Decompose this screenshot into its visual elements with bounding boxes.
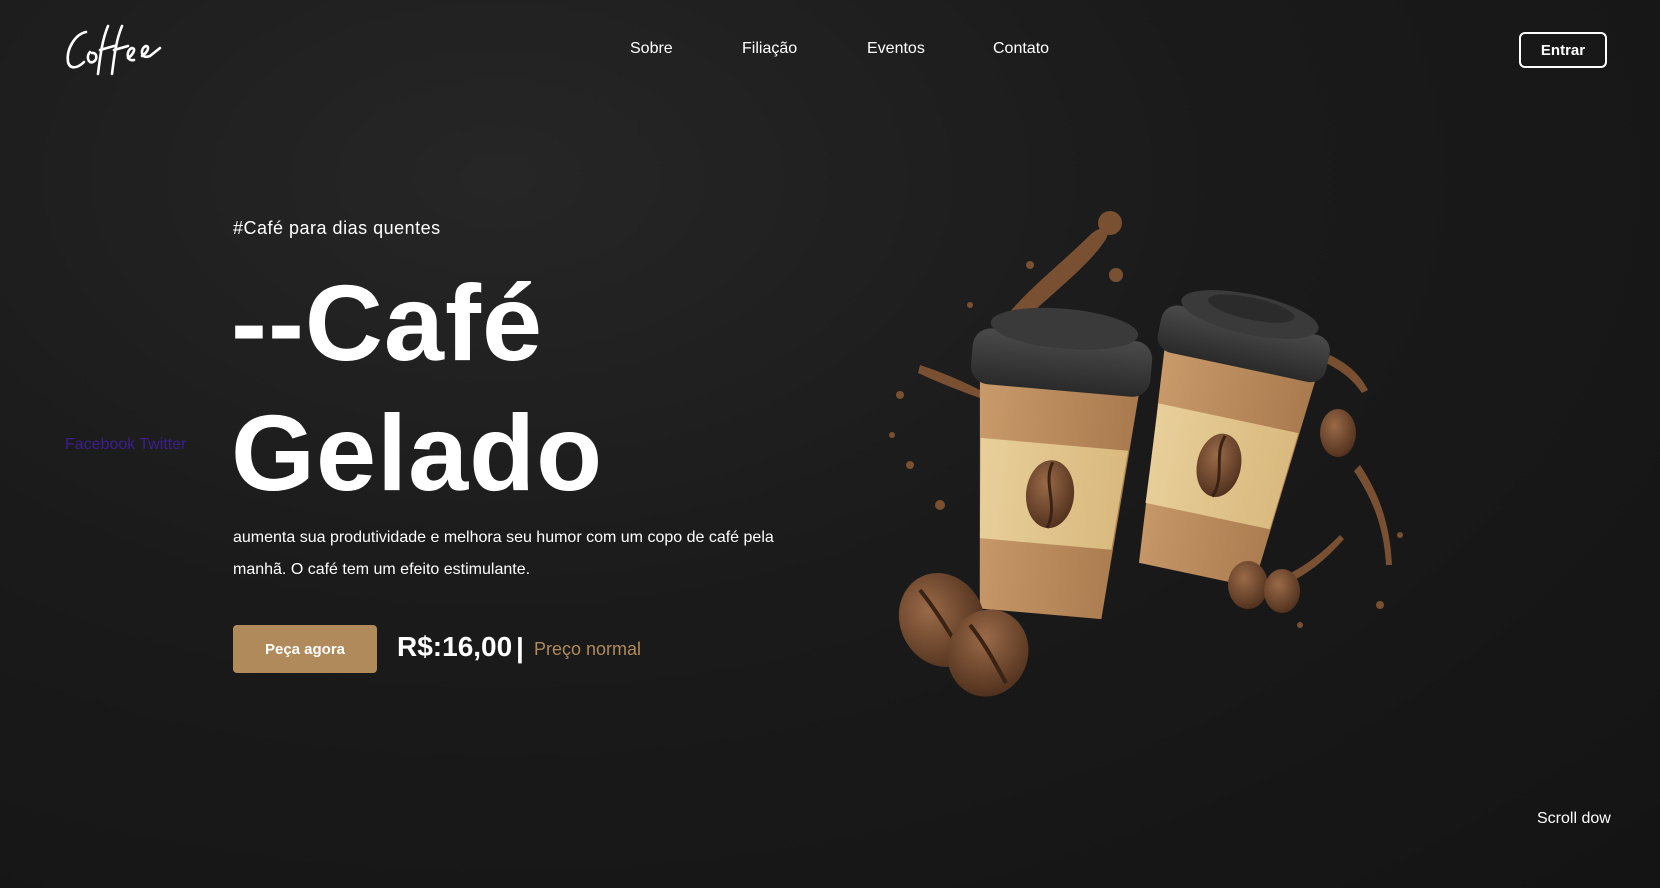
main-nav: Sobre Filiação Eventos Contato [0, 40, 1660, 64]
price-label: Preço normal [534, 639, 642, 659]
social-links: Facebook Twitter [65, 436, 190, 454]
hero-title-line-1: --Café [231, 262, 544, 383]
facebook-link[interactable]: Facebook [65, 436, 135, 453]
nav-link-eventos[interactable]: Eventos [867, 40, 925, 58]
order-now-button[interactable]: Peça agora [233, 625, 377, 673]
scroll-down-label[interactable]: Scroll dow [1537, 810, 1611, 828]
login-button[interactable]: Entrar [1519, 32, 1607, 68]
nav-link-contato[interactable]: Contato [993, 40, 1049, 58]
coffee-cups-illustration [889, 211, 1403, 697]
hero-tagline: #Café para dias quentes [233, 218, 441, 238]
nav-link-filiacao[interactable]: Filiação [742, 40, 797, 58]
twitter-link[interactable]: Twitter [139, 436, 186, 453]
hero-title: --Café Gelado [231, 258, 603, 518]
hero-description: aumenta sua produtividade e melhora seu … [233, 529, 774, 578]
hero-title-line-2: Gelado [231, 392, 604, 513]
nav-link-sobre[interactable]: Sobre [630, 40, 673, 58]
price-value: R$:16,00 [397, 631, 513, 662]
price-separator: | [516, 632, 524, 663]
